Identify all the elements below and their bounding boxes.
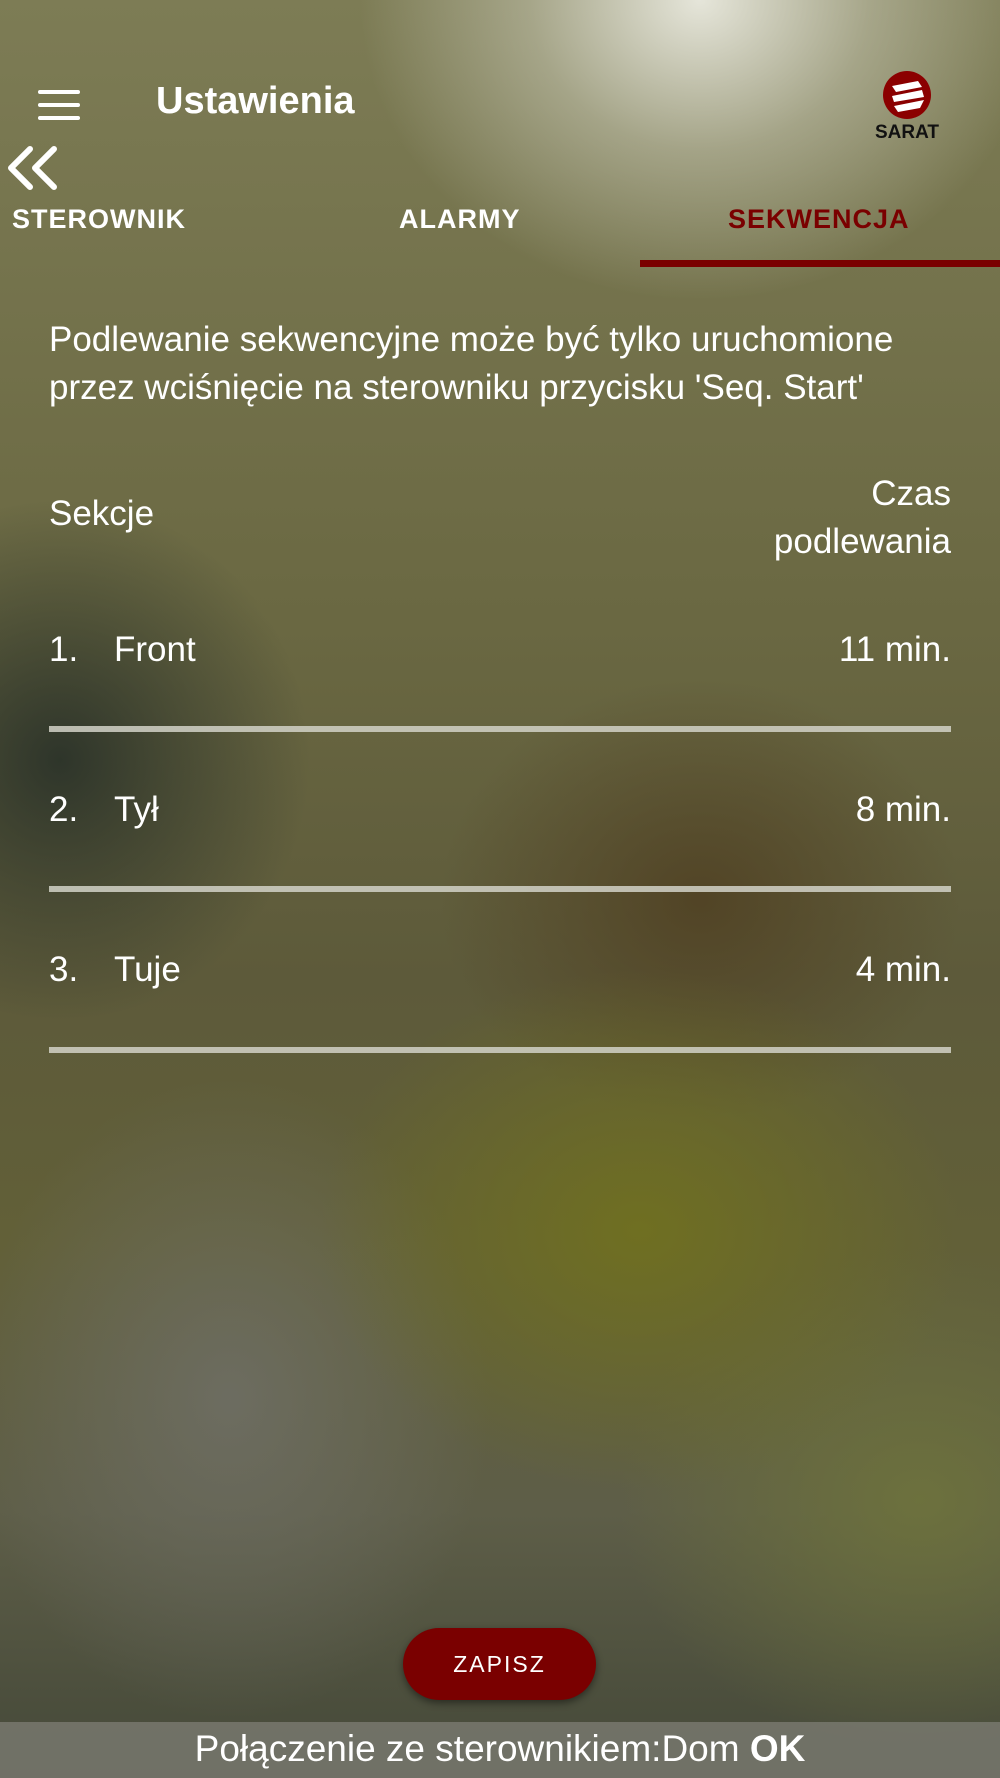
section-number: 2. [49,790,79,829]
info-text: Podlewanie sekwencyjne może być tylko ur… [49,320,894,407]
app-header: Ustawienia SARAT [0,0,1000,143]
section-number: 1. [49,630,79,669]
row-divider [49,726,951,732]
section-name: Tył [114,790,159,829]
logo-text: SARAT [875,122,939,142]
section-row-3[interactable]: 3. Tuje 4 min. [49,950,951,1050]
column-header-watering-time: Czas podlewania [651,470,951,566]
double-chevron-left-icon[interactable] [4,146,60,190]
column-header-watering-time-line1: Czas [871,474,951,513]
section-time: 8 min. [855,790,951,829]
active-tab-indicator [640,260,1000,267]
connection-status-text: Połączenie ze sterownikiem:Dom [194,1728,750,1769]
save-button[interactable]: ZAPISZ [403,1628,596,1700]
tab-sterownik[interactable]: STEROWNIK [12,204,186,235]
column-header-watering-time-line2: podlewania [773,522,951,561]
section-name: Tuje [114,950,181,989]
row-divider [49,1047,951,1053]
section-time: 11 min. [838,630,951,669]
column-header-sections: Sekcje [49,494,155,533]
tab-bar: STEROWNIK ALARMY SEKWENCJA [0,196,1000,266]
row-divider [49,886,951,892]
tab-sekwencja[interactable]: SEKWENCJA [728,204,910,235]
section-number: 3. [49,950,79,989]
page-title: Ustawienia [156,80,355,122]
hamburger-menu-icon[interactable] [38,90,80,122]
sarat-logo: SARAT [866,70,948,143]
connection-status-state: OK [749,1728,806,1769]
section-row-2[interactable]: 2. Tył 8 min. [49,790,951,890]
section-row-1[interactable]: 1. Front 11 min. [49,630,951,730]
section-name: Front [114,630,196,669]
connection-status-bar: Połączenie ze sterownikiem:Dom OK [0,1722,1000,1778]
section-time: 4 min. [855,950,951,989]
tab-alarmy[interactable]: ALARMY [399,204,521,235]
